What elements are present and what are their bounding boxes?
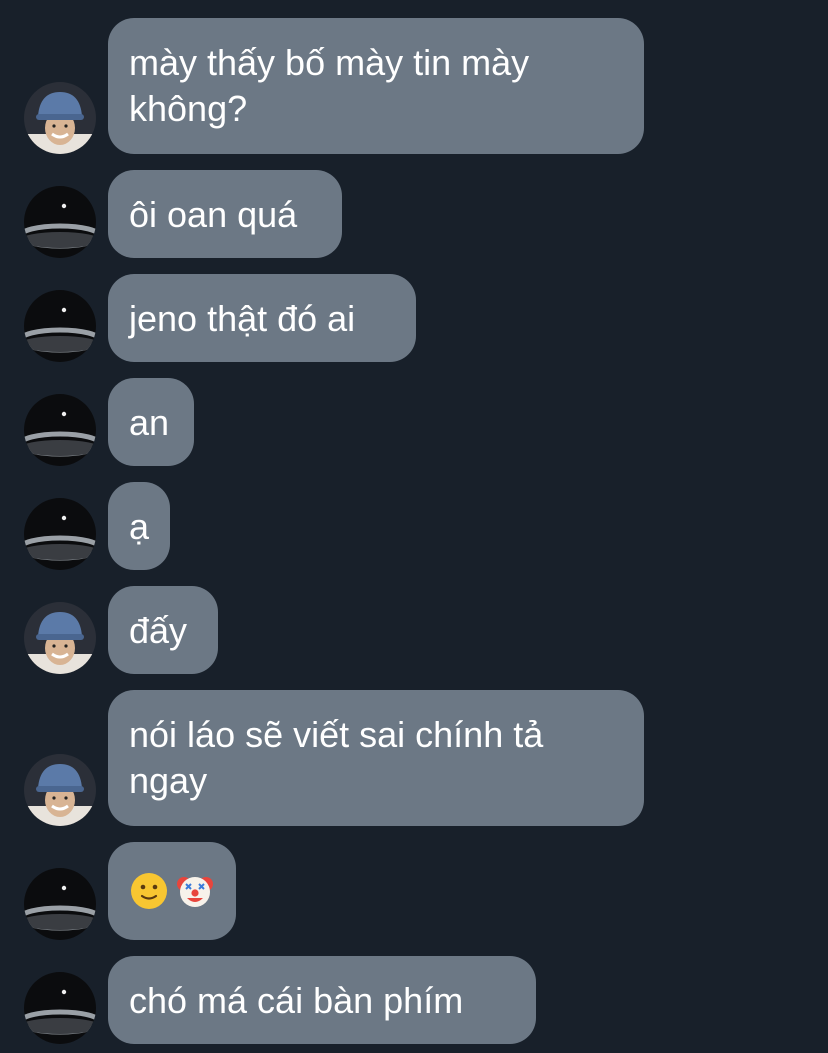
chat-thread: mày thấy bố mày tin mày không? ôi oan qu…	[0, 0, 828, 1053]
dark-ring-avatar-icon	[24, 290, 96, 362]
person-with-hat-avatar-icon	[24, 754, 96, 826]
avatar-hat-person[interactable]	[24, 82, 96, 154]
message-row: đấy	[0, 586, 828, 674]
avatar-dark[interactable]	[24, 868, 96, 940]
message-bubble[interactable]: đấy	[108, 586, 218, 674]
person-with-hat-avatar-icon	[24, 602, 96, 674]
dark-ring-avatar-icon	[24, 868, 96, 940]
message-text: đấy	[129, 610, 188, 651]
message-row: mày thấy bố mày tin mày không?	[0, 18, 828, 154]
avatar-hat-person[interactable]	[24, 602, 96, 674]
message-bubble[interactable]: ạ	[108, 482, 170, 570]
avatar-dark[interactable]	[24, 186, 96, 258]
dark-ring-avatar-icon	[24, 186, 96, 258]
message-row: ôi oan quá	[0, 170, 828, 258]
message-row: nói láo sẽ viết sai chính tả ngay	[0, 690, 828, 826]
message-bubble[interactable]: jeno thật đó ai	[108, 274, 416, 362]
avatar-dark[interactable]	[24, 394, 96, 466]
message-bubble[interactable]: ôi oan quá	[108, 170, 342, 258]
message-text: mày thấy bố mày tin mày không?	[129, 42, 530, 129]
message-row	[0, 842, 828, 940]
message-bubble[interactable]: chó má cái bàn phím	[108, 956, 536, 1044]
dark-ring-avatar-icon	[24, 972, 96, 1044]
message-bubble[interactable]: an	[108, 378, 194, 466]
avatar-dark[interactable]	[24, 498, 96, 570]
avatar-hat-person[interactable]	[24, 754, 96, 826]
avatar-dark[interactable]	[24, 972, 96, 1044]
emoji-line	[129, 868, 214, 914]
message-text: chó má cái bàn phím	[129, 980, 464, 1021]
message-text: ôi oan quá	[129, 194, 298, 235]
message-bubble[interactable]: nói láo sẽ viết sai chính tả ngay	[108, 690, 644, 826]
message-row: an	[0, 378, 828, 466]
message-text: ạ	[129, 506, 150, 547]
dark-ring-avatar-icon	[24, 394, 96, 466]
message-text: an	[129, 402, 170, 443]
message-bubble[interactable]: mày thấy bố mày tin mày không?	[108, 18, 644, 154]
avatar-dark[interactable]	[24, 290, 96, 362]
message-text: nói láo sẽ viết sai chính tả ngay	[129, 714, 544, 801]
message-text: jeno thật đó ai	[129, 298, 356, 339]
message-row: jeno thật đó ai	[0, 274, 828, 362]
message-row: chó má cái bàn phím	[0, 956, 828, 1044]
message-row: ạ	[0, 482, 828, 570]
clown-face-icon	[175, 871, 215, 911]
dark-ring-avatar-icon	[24, 498, 96, 570]
message-bubble[interactable]	[108, 842, 236, 940]
slightly-smiling-face-icon	[129, 871, 169, 911]
person-with-hat-avatar-icon	[24, 82, 96, 154]
